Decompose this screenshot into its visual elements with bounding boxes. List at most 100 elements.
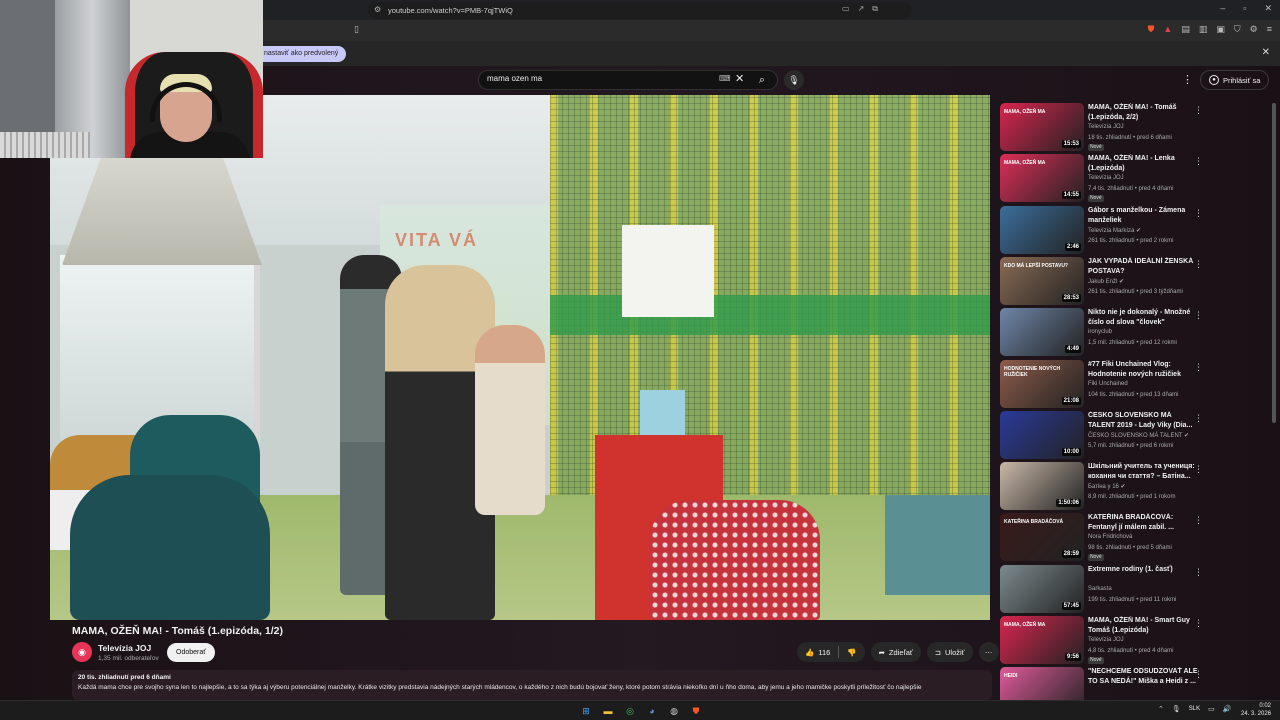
recommendation-item[interactable]: HODNOTENIE NOVÝCH RUŽIČIEK 21:08 #77 Fiki … — [1000, 360, 1270, 408]
video-thumbnail[interactable]: MAMA, OŽEŇ MA 15:53 — [1000, 103, 1084, 151]
recommendation-item[interactable]: KDO MÁ LEPŠÍ POSTAVU? 28:53 JAK VYPADÁ IDE… — [1000, 257, 1270, 305]
recommendation-more-icon[interactable]: ⋮ — [1194, 413, 1203, 424]
language-indicator[interactable]: SLK — [1189, 706, 1200, 712]
video-thumbnail[interactable]: 1:50:06 — [1000, 462, 1084, 510]
recommendation-item[interactable]: 4:49 Nikto nie je dokonalý - Množné číslo… — [1000, 308, 1270, 356]
recommendation-title[interactable]: Gábor s manželkou - Zámena manželiek — [1088, 206, 1198, 226]
like-button[interactable]: 👍 116 — [797, 648, 838, 657]
tray-chevron-icon[interactable]: ⌃ — [1158, 705, 1164, 713]
voice-search-button[interactable]: 🎙 — [784, 70, 804, 90]
video-thumbnail[interactable]: 57:45 — [1000, 565, 1084, 613]
taskbar-clock[interactable]: 0:02 24. 3. 2026 — [1241, 702, 1271, 718]
video-thumbnail[interactable]: HODNOTENIE NOVÝCH RUŽIČIEK 21:08 — [1000, 360, 1084, 408]
recommendation-title[interactable]: MAMA, OŽEŇ MA! - Lenka (1.epizóda) — [1088, 154, 1198, 174]
recommendation-channel[interactable]: Jakub Enžl ✔ — [1088, 278, 1124, 285]
recommendation-title[interactable]: #77 Fiki Unchained Vlog: Hodnotenie nový… — [1088, 360, 1198, 380]
clear-search-icon[interactable]: ✕ — [735, 72, 744, 85]
recommendation-channel[interactable]: Fiki Unchained — [1088, 381, 1128, 387]
recommendation-channel[interactable]: Televízia JOJ — [1088, 124, 1124, 130]
recommendation-title[interactable]: Extremne rodiny (1. časť) — [1088, 565, 1198, 575]
brave-shield-icon[interactable]: ⛊ — [1148, 24, 1155, 35]
brave-browser-icon[interactable]: ⛊ — [688, 703, 704, 719]
video-thumbnail[interactable]: MAMA, OŽEŇ MA 9:56 — [1000, 616, 1084, 664]
recommendation-title[interactable]: "NECHCEME ODSUDZOVAŤ ALE TO SA NEDÁ!" Mi… — [1088, 667, 1198, 687]
reader-mode-icon[interactable]: ▤ — [1181, 24, 1190, 35]
subscribe-button[interactable]: Odoberať — [167, 643, 215, 662]
recommendation-channel[interactable]: ČESKO SLOVENSKO MÁ TALENT ✔ — [1088, 432, 1189, 439]
menu-icon[interactable]: ≡ — [1267, 24, 1272, 35]
recommendation-item[interactable]: MAMA, OŽEŇ MA 14:55 MAMA, OŽEŇ MA! - Lenka… — [1000, 154, 1270, 202]
recommendation-item[interactable]: 57:45 Extremne rodiny (1. časť) Sarkasta 19… — [1000, 565, 1270, 613]
recommendation-item[interactable]: MAMA, OŽEŇ MA 9:56 MAMA, OŽEŇ MA! - Smart … — [1000, 616, 1270, 664]
recommendation-more-icon[interactable]: ⋮ — [1194, 669, 1203, 680]
signin-button[interactable]: ● Prihlásiť sa — [1200, 70, 1270, 90]
recommendation-title[interactable]: KATEŘINA BRADÁČOVÁ: Fentanyl jí málem za… — [1088, 513, 1198, 533]
more-options-icon[interactable]: ⋮ — [1182, 73, 1193, 86]
video-thumbnail[interactable]: KATEŘINA BRADÁČOVÁ 28:59 — [1000, 513, 1084, 561]
recommendation-item[interactable]: 10:00 ČESKO SLOVENSKO MÁ TALENT 2019 - La… — [1000, 411, 1270, 459]
video-thumbnail[interactable]: KDO MÁ LEPŠÍ POSTAVU? 28:53 — [1000, 257, 1084, 305]
maximize-button[interactable]: ▫ — [1243, 3, 1246, 14]
video-thumbnail[interactable]: 4:49 — [1000, 308, 1084, 356]
infobar-close-icon[interactable]: ✕ — [1262, 47, 1270, 58]
recommendation-more-icon[interactable]: ⋮ — [1194, 105, 1203, 116]
recommendation-more-icon[interactable]: ⋮ — [1194, 259, 1203, 270]
sidebar-scrollbar[interactable] — [1272, 103, 1276, 423]
search-button[interactable]: ⌕ — [750, 70, 774, 90]
url-field[interactable]: ⚙ youtube.com/watch?v=PMB-7qjTWiQ — [368, 2, 912, 19]
wallet-icon[interactable]: ▣ — [1216, 24, 1225, 35]
channel-avatar[interactable]: ◉ — [72, 642, 92, 662]
recommendation-channel[interactable]: Батіна у 16 ✔ — [1088, 483, 1126, 490]
recommendation-title[interactable]: JAK VYPADÁ IDEÁLNÍ ŽENSKÁ POSTAVA? — [1088, 257, 1198, 277]
recommendation-more-icon[interactable]: ⋮ — [1194, 362, 1203, 373]
recommendation-channel[interactable]: ironyclub — [1088, 329, 1112, 335]
settings-icon[interactable]: ⚙ — [1250, 24, 1258, 35]
recommendation-more-icon[interactable]: ⋮ — [1194, 618, 1203, 629]
video-thumbnail[interactable]: 10:00 — [1000, 411, 1084, 459]
sidebar-icon[interactable]: ▥ — [1199, 24, 1208, 35]
recommendation-channel[interactable]: Televízia JOJ — [1088, 175, 1124, 181]
vpn-icon[interactable]: ⛉ — [1234, 24, 1241, 35]
recommendation-channel[interactable]: Televízia JOJ — [1088, 637, 1124, 643]
recommendation-channel[interactable]: Televízia Markíza ✔ — [1088, 227, 1141, 234]
volume-icon[interactable]: 🔊 — [1223, 705, 1232, 713]
site-info-icon[interactable]: ⚙ — [374, 5, 381, 14]
minimize-button[interactable]: – — [1220, 3, 1225, 14]
dislike-button[interactable]: 👎 — [839, 648, 864, 657]
chrome-icon[interactable]: ◎ — [622, 703, 638, 719]
tray-mic-icon[interactable]: 🎙 — [1172, 705, 1181, 713]
recommendation-channel[interactable]: Nora Fridrichová — [1088, 534, 1132, 540]
close-window-button[interactable]: ✕ — [1264, 3, 1272, 14]
more-actions-button[interactable]: ⋯ — [978, 642, 999, 662]
recommendation-title[interactable]: ČESKO SLOVENSKO MÁ TALENT 2019 - Lady Vi… — [1088, 411, 1198, 431]
windows-start-icon[interactable]: ⊞ — [578, 703, 594, 719]
obs-icon[interactable]: ◍ — [666, 703, 682, 719]
save-button[interactable]: ⊐ Uložiť — [926, 642, 973, 662]
channel-name[interactable]: Televízia JOJ — [98, 643, 151, 653]
copy-link-icon[interactable]: ⧉ — [872, 4, 878, 14]
recommendation-more-icon[interactable]: ⋮ — [1194, 515, 1203, 526]
recommendation-item[interactable]: 1:50:06 Шкільний учитель та учениця: коха… — [1000, 462, 1270, 510]
recommendation-more-icon[interactable]: ⋮ — [1194, 567, 1203, 578]
recommendation-title[interactable]: Nikto nie je dokonalý - Množné číslo od … — [1088, 308, 1198, 328]
description-box[interactable]: 20 tis. zhliadnutí pred 6 dňami Každá ma… — [72, 670, 992, 700]
recommendation-more-icon[interactable]: ⋮ — [1194, 156, 1203, 167]
share-button[interactable]: ➦ Zdieľať — [870, 642, 921, 662]
set-default-button[interactable]: nastaviť ako predvolený — [252, 46, 347, 62]
brave-rewards-icon[interactable]: ▲ — [1163, 24, 1172, 35]
recommendation-item[interactable]: MAMA, OŽEŇ MA 15:53 MAMA, OŽEŇ MA! - Tomáš… — [1000, 103, 1270, 151]
recommendation-channel[interactable]: Sarkasta — [1088, 586, 1112, 592]
video-player[interactable]: VITA VÁ — [50, 95, 990, 620]
video-thumbnail[interactable]: 2:46 — [1000, 206, 1084, 254]
discord-icon[interactable]: ◕ — [644, 703, 660, 719]
recommendation-title[interactable]: MAMA, OŽEŇ MA! - Smart Guy Tomáš (1.epiz… — [1088, 616, 1198, 636]
recommendation-item[interactable]: 2:46 Gábor s manželkou - Zámena manželiek… — [1000, 206, 1270, 254]
video-thumbnail[interactable]: MAMA, OŽEŇ MA 14:55 — [1000, 154, 1084, 202]
bookmark-icon[interactable]: ▯ — [354, 24, 359, 35]
recommendation-more-icon[interactable]: ⋮ — [1194, 208, 1203, 219]
recommendation-title[interactable]: Шкільний учитель та учениця: кохання чи … — [1088, 462, 1198, 482]
recommendation-more-icon[interactable]: ⋮ — [1194, 310, 1203, 321]
monitor-icon[interactable]: ▭ — [1208, 705, 1215, 713]
share-page-icon[interactable]: ↗ — [858, 4, 865, 14]
recommendation-title[interactable]: MAMA, OŽEŇ MA! - Tomáš (1.epizóda, 2/2) — [1088, 103, 1198, 123]
